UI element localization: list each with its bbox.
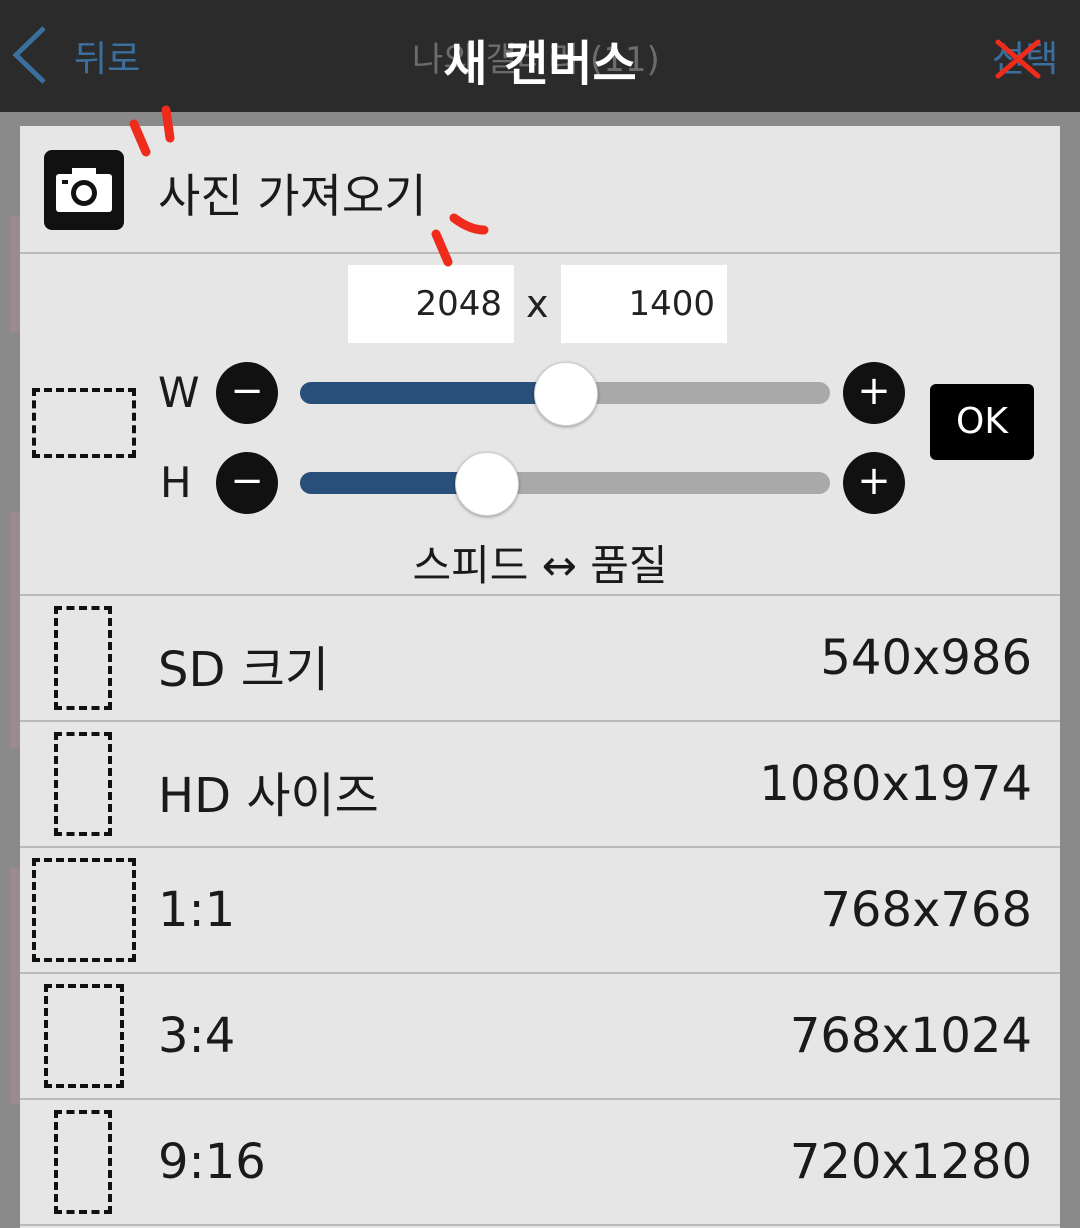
- width-decrease-button[interactable]: −: [216, 362, 278, 424]
- portrait-preview-icon: [54, 606, 112, 710]
- import-photo-label: 사진 가져오기: [158, 169, 427, 223]
- height-input[interactable]: 1400: [561, 265, 727, 343]
- preset-size: 768x768: [820, 882, 1032, 938]
- height-slider-thumb[interactable]: [455, 452, 519, 516]
- square-preview-icon: [32, 858, 136, 962]
- preset-row-1-1[interactable]: 1:1 768x768: [20, 848, 1060, 974]
- custom-size-panel: 2048 x 1400 W − + H − + OK 스피드 ↔ 품질: [20, 254, 1060, 596]
- preset-name: 1:1: [158, 882, 236, 938]
- portrait-preview-icon: [44, 984, 124, 1088]
- preset-size: 1080x1974: [759, 756, 1032, 812]
- preset-size: 720x1280: [789, 1134, 1032, 1190]
- width-increase-button[interactable]: +: [843, 362, 905, 424]
- times-label: x: [526, 282, 549, 326]
- preset-row-hd[interactable]: HD 사이즈 1080x1974: [20, 722, 1060, 848]
- height-increase-button[interactable]: +: [843, 452, 905, 514]
- speed-quality-label: 스피드 ↔ 품질: [412, 541, 668, 590]
- camera-icon: [44, 150, 124, 230]
- preset-row-sd[interactable]: SD 크기 540x986: [20, 596, 1060, 722]
- height-slider-label: H: [160, 458, 192, 507]
- width-input[interactable]: 2048: [348, 265, 514, 343]
- ok-button[interactable]: OK: [930, 384, 1034, 460]
- portrait-preview-icon: [54, 732, 112, 836]
- annotation-mark: [129, 105, 175, 157]
- gallery-thumbnail: [10, 216, 20, 332]
- preset-name: 9:16: [158, 1134, 266, 1190]
- preset-size: 540x986: [820, 630, 1032, 686]
- gallery-thumbnail: [10, 512, 20, 748]
- canvas-preview-icon: [32, 388, 136, 458]
- app-header: 뒤로 나의 갤러리 (11) 선택 새 캔버스: [0, 0, 1080, 112]
- height-decrease-button[interactable]: −: [216, 452, 278, 514]
- gallery-thumbnail: [10, 868, 20, 1104]
- preset-row-9-16[interactable]: 9:16 720x1280: [20, 1100, 1060, 1226]
- preset-row-3-4[interactable]: 3:4 768x1024: [20, 974, 1060, 1100]
- preset-name: 3:4: [158, 1008, 236, 1064]
- width-slider-label: W: [158, 368, 200, 417]
- preset-size: 768x1024: [789, 1008, 1032, 1064]
- preset-name: SD 크기: [158, 642, 330, 698]
- height-slider[interactable]: [300, 472, 830, 494]
- dialog-title: 새 캔버스: [443, 36, 637, 92]
- new-canvas-dialog: 사진 가져오기 2048 x 1400 W − + H − + OK 스피드 ↔…: [20, 126, 1060, 1228]
- width-slider-thumb[interactable]: [534, 362, 598, 426]
- portrait-preview-icon: [54, 1110, 112, 1214]
- width-slider-fill: [300, 382, 565, 404]
- annotation-mark: [431, 213, 489, 267]
- preset-name: HD 사이즈: [158, 768, 379, 824]
- close-icon[interactable]: [994, 38, 1042, 80]
